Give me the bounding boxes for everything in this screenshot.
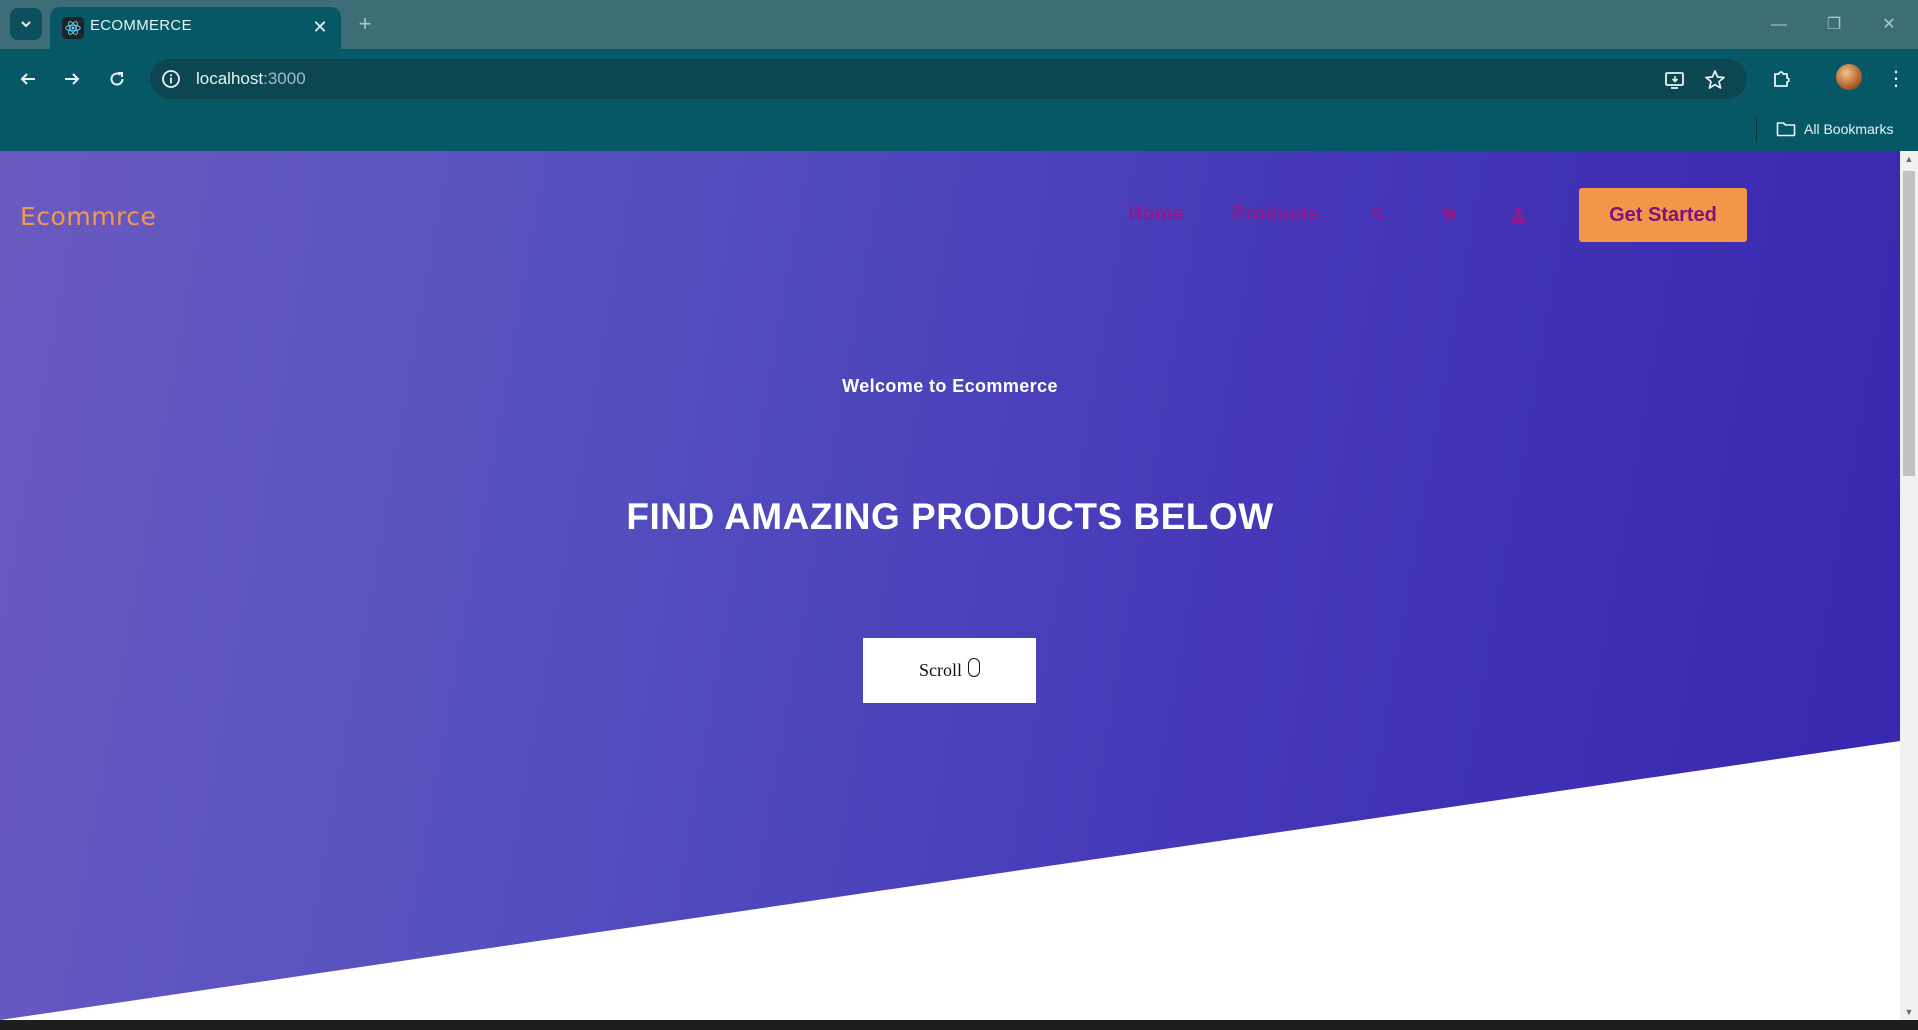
cart-button[interactable] — [1438, 204, 1458, 224]
taskbar-edge — [0, 1020, 1918, 1030]
folder-icon — [1776, 122, 1796, 137]
restore-button[interactable]: ❐ — [1821, 12, 1847, 38]
page-scrollbar[interactable]: ▲ ▼ — [1900, 151, 1918, 1020]
browser-chrome: ECOMMERCE ✕ + — ❐ ✕ localhost:3000 ⋮ All… — [0, 0, 1918, 151]
install-app-icon[interactable] — [1663, 68, 1687, 92]
browser-menu-button[interactable]: ⋮ — [1884, 63, 1908, 95]
nav-home-link[interactable]: Home — [1128, 203, 1184, 226]
react-favicon-icon — [62, 17, 84, 39]
tab-search-button[interactable] — [10, 8, 42, 40]
scroll-up-arrow-icon[interactable]: ▲ — [1900, 151, 1918, 167]
back-button[interactable] — [12, 63, 44, 95]
tab-search-icon — [21, 21, 31, 28]
site-info-icon[interactable] — [160, 68, 182, 90]
url-port: :3000 — [263, 69, 306, 88]
bookmarks-divider — [1756, 117, 1757, 141]
forward-arrow-icon — [65, 73, 80, 85]
scroll-label: Scroll — [919, 660, 962, 680]
scroll-button[interactable]: Scroll — [863, 638, 1036, 703]
search-button[interactable] — [1368, 204, 1388, 224]
extensions-button[interactable] — [1766, 63, 1798, 95]
minimize-button[interactable]: — — [1766, 12, 1792, 38]
forward-button[interactable] — [56, 63, 88, 95]
cart-icon — [1440, 206, 1457, 221]
user-icon — [1511, 206, 1525, 223]
search-icon — [1371, 207, 1386, 222]
scrollbar-thumb[interactable] — [1903, 171, 1915, 476]
hero-headline: FIND AMAZING PRODUCTS BELOW — [626, 496, 1274, 537]
close-window-button[interactable]: ✕ — [1876, 12, 1902, 38]
new-tab-button[interactable]: + — [352, 11, 378, 37]
get-started-button[interactable]: Get Started — [1579, 188, 1747, 242]
tab-ecommerce[interactable]: ECOMMERCE ✕ — [50, 7, 341, 49]
browser-toolbar: localhost:3000 ⋮ — [0, 49, 1918, 109]
bookmarks-bar: All Bookmarks — [0, 109, 1918, 151]
bookmark-star-icon[interactable] — [1703, 68, 1727, 92]
nav-products-link[interactable]: Products — [1232, 203, 1319, 226]
hero-banner — [0, 151, 1900, 1020]
all-bookmarks-label: All Bookmarks — [1804, 121, 1894, 137]
mouse-icon — [968, 658, 980, 677]
scroll-down-arrow-icon[interactable]: ▼ — [1900, 1004, 1918, 1020]
brand-logo[interactable]: Ecommrce — [20, 202, 156, 231]
welcome-text: Welcome to Ecommerce — [842, 376, 1058, 396]
profile-avatar[interactable] — [1836, 64, 1862, 90]
url-host: localhost — [196, 69, 264, 88]
tab-close-button[interactable]: ✕ — [309, 16, 331, 38]
all-bookmarks-button[interactable]: All Bookmarks — [1776, 116, 1893, 142]
extensions-icon — [1774, 71, 1790, 87]
url-text: localhost:3000 — [196, 69, 306, 89]
account-button[interactable] — [1508, 204, 1528, 224]
back-arrow-icon — [20, 73, 35, 85]
tab-title: ECOMMERCE — [90, 17, 192, 34]
page-viewport: Ecommrce Home Products Get Started Welco… — [0, 151, 1900, 1020]
reload-button[interactable] — [101, 63, 133, 95]
address-bar[interactable]: localhost:3000 — [150, 59, 1747, 99]
tab-strip: ECOMMERCE ✕ + — ❐ ✕ — [0, 0, 1918, 49]
reload-icon — [110, 72, 124, 86]
